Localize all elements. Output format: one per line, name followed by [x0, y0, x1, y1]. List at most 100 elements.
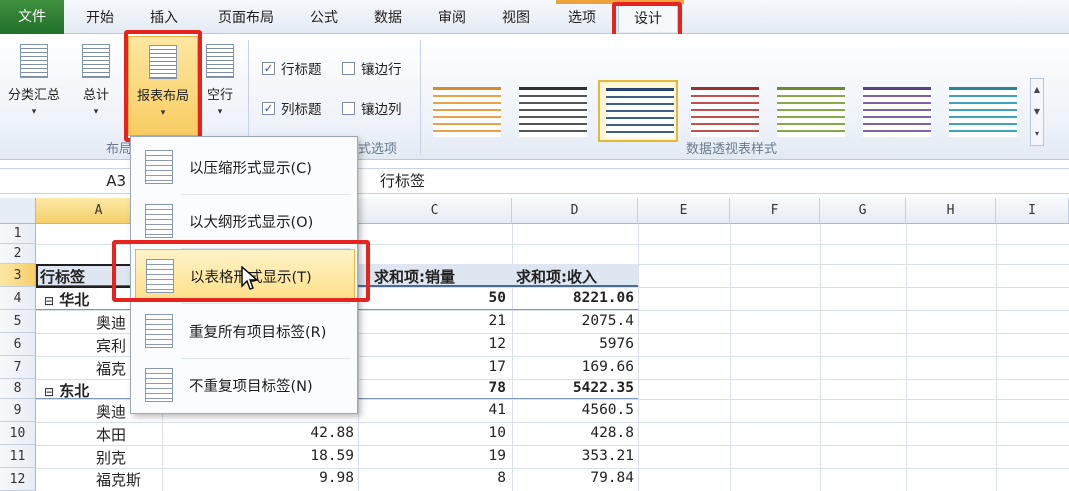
collapse-icon[interactable]: ⊟	[44, 385, 54, 399]
row-headers-checkbox[interactable]: ✓ 行标题	[262, 58, 322, 78]
col-headers-checkbox[interactable]: ✓ 列标题	[262, 98, 322, 118]
group-label: 东北	[59, 382, 90, 400]
menu-item-repeat-labels[interactable]: 重复所有项目标签(R)	[135, 305, 355, 357]
item-label: 本田	[96, 426, 127, 444]
menu-separator	[181, 303, 351, 304]
pivot-style-swatch[interactable]	[684, 80, 764, 142]
menu-item-label: 以大纲形式显示(O)	[189, 215, 314, 231]
tab-home[interactable]: 开始	[74, 4, 126, 32]
item-label: 奥迪	[96, 403, 127, 421]
grand-totals-button[interactable]: 总计 ▾	[70, 44, 122, 117]
pivot-row-labels-header: 行标签	[40, 268, 86, 286]
tab-data[interactable]: 数据	[362, 4, 414, 32]
report-layout-button[interactable]: 报表布局 ▾	[128, 36, 198, 136]
repeat-labels-icon	[145, 314, 173, 348]
pivot-style-swatch[interactable]	[770, 80, 850, 142]
gallery-scroll[interactable]: ▲ ▼ ▾	[1030, 78, 1044, 146]
gallery-more-icon[interactable]: ▾	[1031, 123, 1043, 145]
col-header-c[interactable]: C	[358, 198, 512, 224]
style-preview	[606, 88, 674, 138]
tab-file[interactable]: 文件	[0, 0, 64, 34]
row-header-1[interactable]: 1	[0, 224, 36, 244]
tab-formulas[interactable]: 公式	[298, 4, 350, 32]
name-box[interactable]: A3	[0, 169, 130, 193]
menu-item-outline-form[interactable]: 以大纲形式显示(O)	[135, 195, 355, 247]
pivot-col-d-header: 求和项:收入	[516, 268, 597, 286]
cell-b: 18.59	[310, 448, 354, 464]
subtotals-label: 分类汇总	[7, 88, 60, 103]
col-header-g[interactable]: G	[820, 198, 906, 224]
chevron-down-icon: ▾	[31, 107, 37, 117]
pivot-style-swatch[interactable]	[512, 80, 592, 142]
tab-insert[interactable]: 插入	[138, 4, 190, 32]
chevron-down-icon: ▾	[93, 107, 99, 117]
subtotals-button[interactable]: 分类汇总 ▾	[2, 44, 66, 117]
blank-rows-button[interactable]: 空行 ▾	[200, 44, 240, 117]
gridline	[820, 224, 821, 491]
pivot-style-swatch[interactable]	[426, 80, 506, 142]
cell-d: 428.8	[590, 425, 634, 441]
blank-rows-icon	[206, 44, 234, 78]
cell-c: 21	[488, 313, 506, 329]
menu-item-label: 重复所有项目标签(R)	[189, 325, 327, 341]
chevron-down-icon: ▾	[217, 107, 223, 117]
banded-rows-checkbox[interactable]: 镶边行	[342, 58, 402, 78]
row-header-8[interactable]: 8	[0, 379, 36, 399]
cell-c: 17	[488, 359, 506, 375]
cell-c: 50	[488, 290, 506, 306]
pivot-style-swatch[interactable]	[856, 80, 936, 142]
cell-b: 42.88	[310, 425, 354, 441]
col-header-e[interactable]: E	[638, 198, 730, 224]
style-preview	[949, 87, 1017, 137]
chevron-up-icon[interactable]: ▲	[1031, 79, 1043, 101]
row-headers-label: 行标题	[281, 62, 322, 78]
row-header-4[interactable]: 4	[0, 287, 36, 310]
gridline	[36, 445, 1069, 446]
row-header-7[interactable]: 7	[0, 356, 36, 379]
outline-form-icon	[145, 204, 173, 238]
row-header-5[interactable]: 5	[0, 310, 36, 333]
table-row: ⊟ 华北	[44, 289, 89, 310]
style-preview	[433, 87, 501, 137]
report-layout-icon	[149, 45, 177, 79]
cell-d: 8221.06	[572, 290, 634, 306]
col-header-f[interactable]: F	[730, 198, 820, 224]
options-group-label: 式选项	[358, 142, 398, 157]
chevron-down-icon[interactable]: ▼	[1031, 101, 1043, 123]
tab-view[interactable]: 视图	[490, 4, 542, 32]
tab-review[interactable]: 审阅	[426, 4, 478, 32]
col-header-h[interactable]: H	[906, 198, 996, 224]
row-header-10[interactable]: 10	[0, 422, 36, 445]
tab-design[interactable]: 设计	[618, 4, 678, 32]
row-header-3[interactable]: 3	[0, 264, 36, 287]
tab-page-layout[interactable]: 页面布局	[206, 4, 286, 32]
row-header-12[interactable]: 12	[0, 468, 36, 491]
pivot-style-swatch-selected[interactable]	[598, 80, 678, 142]
col-header-i[interactable]: I	[996, 198, 1069, 224]
item-label: 福克	[96, 360, 127, 378]
select-all-corner[interactable]	[0, 198, 36, 224]
menu-item-no-repeat-labels[interactable]: 不重复项目标签(N)	[135, 359, 355, 411]
row-header-6[interactable]: 6	[0, 333, 36, 356]
report-layout-label: 报表布局	[136, 89, 189, 104]
styles-group-label: 数据透视表样式	[686, 142, 778, 157]
pivot-style-swatch[interactable]	[942, 80, 1022, 142]
item-label: 宾利	[96, 337, 127, 355]
banded-cols-checkbox[interactable]: 镶边列	[342, 98, 402, 118]
banded-cols-label: 镶边列	[361, 102, 402, 118]
collapse-icon[interactable]: ⊟	[44, 294, 54, 308]
grand-totals-icon	[82, 44, 110, 78]
cell-d: 5976	[599, 336, 634, 352]
menu-item-compact-form[interactable]: 以压缩形式显示(C)	[135, 141, 355, 193]
col-header-d[interactable]: D	[512, 198, 638, 224]
row-header-9[interactable]: 9	[0, 399, 36, 422]
gridline	[36, 422, 1069, 423]
compact-form-icon	[145, 150, 173, 184]
style-preview	[777, 87, 845, 137]
row-header-11[interactable]: 11	[0, 445, 36, 468]
cell-c: 10	[488, 425, 506, 441]
layout-group-label: 布局	[106, 142, 133, 157]
tab-options[interactable]: 选项	[556, 4, 608, 32]
row-header-2[interactable]: 2	[0, 244, 36, 264]
formula-input[interactable]: 行标签	[380, 169, 425, 193]
